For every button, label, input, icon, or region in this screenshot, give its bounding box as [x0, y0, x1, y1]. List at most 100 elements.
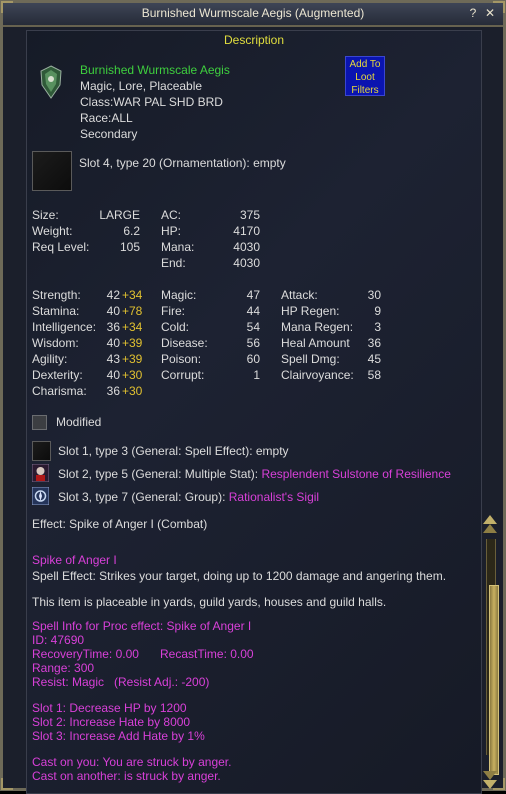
aug-slot-text: Slot 3, type 7 (General: Group): — [58, 490, 229, 504]
scrollbar[interactable] — [483, 515, 499, 789]
aug-slot-1: Slot 1, type 3 (General: Spell Effect): … — [58, 443, 289, 459]
stat-label: Agility: — [32, 352, 68, 366]
description-panel: Description Burnished Wurmscale Aegis Ma… — [26, 30, 482, 794]
spell-slot-line: Slot 1: Decrease HP by 1200 — [32, 701, 187, 715]
stat-value: 45 — [367, 352, 381, 366]
stat-label: HP Regen: — [281, 304, 340, 318]
stat-value: LARGE — [99, 208, 140, 222]
stat-label: Corrupt: — [161, 368, 205, 382]
spell-effect: Spell Effect: Strikes your target, doing… — [32, 569, 447, 583]
stat-label: Attack: — [281, 288, 318, 302]
ornament-slot-icon[interactable] — [32, 151, 72, 191]
title-bar[interactable]: Burnished Wurmscale Aegis (Augmented) ? … — [3, 3, 503, 27]
stat-value: 54 — [246, 320, 260, 334]
stat-label: Mana: — [161, 240, 195, 254]
stat-label: Mana Regen: — [281, 320, 354, 334]
stat-value: 1 — [253, 368, 260, 382]
stat-value: 47 — [246, 288, 260, 302]
stat-value: 375 — [239, 208, 260, 222]
aug-link[interactable]: Rationalist's Sigil — [229, 490, 319, 504]
stat-bonus: +39 — [122, 352, 143, 366]
aug-slot-text: Slot 1, type 3 (General: Spell Effect): … — [58, 444, 289, 458]
modified-checkbox[interactable] — [32, 415, 47, 430]
stat-label: Stamina: — [32, 304, 80, 318]
placeable-note: This item is placeable in yards, guild y… — [32, 595, 387, 609]
stat-label: Weight: — [32, 224, 73, 238]
stat-value: 60 — [246, 352, 260, 366]
stat-label: Heal Amount — [281, 336, 350, 350]
stat-value: 30 — [367, 288, 381, 302]
stat-value: 4030 — [233, 240, 260, 254]
add-to-loot-filters-button[interactable]: Add To Loot Filters — [345, 56, 385, 96]
scroll-track[interactable] — [486, 539, 499, 775]
scroll-page-down-icon[interactable] — [483, 771, 497, 780]
stat-value: 6.2 — [123, 224, 140, 238]
stat-label: Req Level: — [32, 240, 90, 254]
spell-range: Range: 300 — [32, 661, 95, 675]
stat-value: 40 — [106, 368, 120, 382]
stat-value: 105 — [119, 240, 140, 254]
modified-label: Modified — [56, 415, 102, 429]
frame-corner-bl — [1, 778, 13, 790]
stat-value: 36 — [367, 336, 381, 350]
loot-button-label: Add To Loot Filters — [349, 59, 381, 96]
stat-bonus: +34 — [122, 320, 143, 334]
stat-value: 3 — [374, 320, 381, 334]
stat-value: 4030 — [233, 256, 260, 270]
stat-label: End: — [161, 256, 186, 270]
scroll-down-icon[interactable] — [483, 780, 497, 789]
stat-label: Disease: — [161, 336, 208, 350]
stat-label: Cold: — [161, 320, 190, 334]
aug-link[interactable]: Resplendent Sulstone of Resilience — [261, 467, 450, 481]
stat-value: 44 — [246, 304, 260, 318]
item-slot: Secondary — [80, 127, 138, 141]
stat-bonus: +78 — [122, 304, 143, 318]
spell-slot-line: Slot 2: Increase Hate by 8000 — [32, 715, 191, 729]
ornament-slot-text: Slot 4, type 20 (Ornamentation): empty — [79, 156, 286, 170]
empty-slot-icon[interactable] — [32, 441, 51, 461]
item-name: Burnished Wurmscale Aegis — [80, 63, 230, 77]
spell-name[interactable]: Spike of Anger I — [32, 552, 117, 568]
spell-slot-line: Slot 3: Increase Add Hate by 1% — [32, 729, 205, 743]
effect-line: Effect: Spike of Anger I (Combat) — [32, 517, 208, 531]
frame-corner-tr — [493, 1, 505, 13]
stat-label: Wisdom: — [32, 336, 79, 350]
stat-value: 4170 — [233, 224, 260, 238]
aug-slot-3: Slot 3, type 7 (General: Group): Rationa… — [58, 489, 319, 505]
description-header: Description — [223, 33, 285, 47]
stat-value: 58 — [367, 368, 381, 382]
wurmscale-shield-icon — [40, 65, 62, 99]
stat-bonus: +30 — [122, 384, 143, 398]
stat-value: 36 — [106, 320, 120, 334]
stat-bonus: +39 — [122, 336, 143, 350]
spell-resist: Resist: Magic (Resist Adj.: -200) — [32, 675, 210, 689]
stat-value: 36 — [106, 384, 120, 398]
help-icon[interactable]: ? — [466, 6, 480, 20]
spell-recovery: RecoveryTime: 0.00 — [32, 647, 139, 661]
spell-id: ID: 47690 — [32, 633, 85, 647]
scroll-page-up-icon[interactable] — [483, 524, 497, 533]
item-races: Race:ALL — [80, 111, 133, 125]
stat-value: 40 — [106, 336, 120, 350]
stat-value: 9 — [374, 304, 381, 318]
frame-corner-tl — [1, 1, 13, 13]
item-flags: Magic, Lore, Placeable — [80, 79, 203, 93]
sulstone-icon[interactable] — [32, 464, 49, 482]
stat-label: Fire: — [161, 304, 185, 318]
stat-label: Size: — [32, 208, 59, 222]
stat-value: 42 — [106, 288, 120, 302]
aug-slot-2: Slot 2, type 5 (General: Multiple Stat):… — [58, 466, 451, 482]
cast-on-other: Cast on another: is struck by anger. — [32, 769, 221, 783]
sigil-icon[interactable] — [32, 487, 49, 505]
stat-value: 56 — [246, 336, 260, 350]
spell-info-title: Spell Info for Proc effect: Spike of Ang… — [32, 619, 252, 633]
scroll-thumb[interactable] — [489, 585, 499, 775]
stat-label: Magic: — [161, 288, 197, 302]
item-classes: Class:WAR PAL SHD BRD — [80, 95, 223, 109]
stat-label: Poison: — [161, 352, 202, 366]
stat-label: Strength: — [32, 288, 81, 302]
item-window: Burnished Wurmscale Aegis (Augmented) ? … — [0, 0, 506, 794]
scroll-up-icon[interactable] — [483, 515, 497, 524]
cast-on-you: Cast on you: You are struck by anger. — [32, 755, 232, 769]
stat-bonus: +34 — [122, 288, 143, 302]
